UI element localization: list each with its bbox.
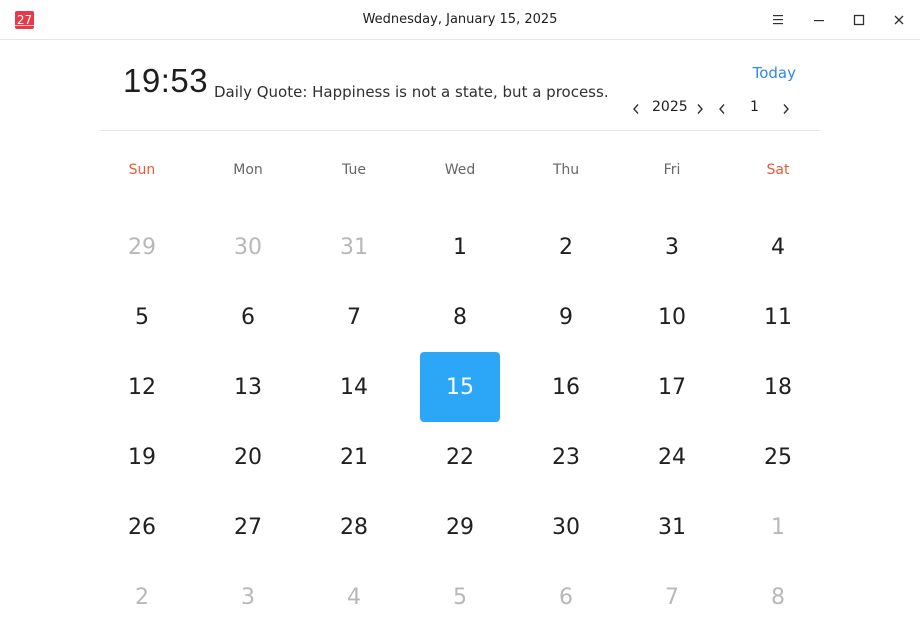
current-time: 19:53 <box>123 62 209 99</box>
minimize-icon <box>814 20 824 22</box>
next-year-button[interactable] <box>693 100 707 118</box>
calendar-day-outside-month[interactable]: 5 <box>420 562 500 630</box>
maximize-button[interactable] <box>839 0 879 40</box>
year-label: 2025 <box>652 99 688 115</box>
calendar-day[interactable]: 20 <box>208 422 288 492</box>
calendar-day[interactable]: 27 <box>208 492 288 562</box>
calendar-day[interactable]: 18 <box>738 352 818 422</box>
weekday-mon: Mon <box>233 162 263 178</box>
menu-button[interactable] <box>759 0 799 40</box>
hamburger-menu-icon <box>773 15 783 25</box>
calendar-day-outside-month[interactable]: 29 <box>102 212 182 282</box>
calendar-day[interactable]: 1 <box>420 212 500 282</box>
header-divider <box>100 130 820 131</box>
chevron-left-icon <box>633 104 639 114</box>
calendar-day-outside-month[interactable]: 8 <box>738 562 818 630</box>
title-bar: 27 Wednesday, January 15, 2025 <box>0 0 920 40</box>
weekday-sat: Sat <box>766 162 790 178</box>
calendar-day[interactable]: 9 <box>526 282 606 352</box>
chevron-left-icon <box>719 104 725 114</box>
calendar-day[interactable]: 23 <box>526 422 606 492</box>
calendar-day-selected[interactable]: 15 <box>420 352 500 422</box>
calendar-day[interactable]: 26 <box>102 492 182 562</box>
calendar-day[interactable]: 3 <box>632 212 712 282</box>
calendar-day[interactable]: 8 <box>420 282 500 352</box>
weekday-sun: Sun <box>128 162 156 178</box>
maximize-icon <box>853 14 865 26</box>
calendar-window: 27 Wednesday, January 15, 2025 19:53 Dai… <box>0 0 920 630</box>
close-button[interactable] <box>879 0 919 40</box>
calendar-day-outside-month[interactable]: 7 <box>632 562 712 630</box>
close-icon <box>894 15 904 25</box>
calendar-day[interactable]: 29 <box>420 492 500 562</box>
today-button[interactable]: Today <box>753 64 796 82</box>
next-month-button[interactable] <box>779 100 793 118</box>
calendar-day[interactable]: 31 <box>632 492 712 562</box>
calendar-day-outside-month[interactable]: 2 <box>102 562 182 630</box>
calendar-day[interactable]: 16 <box>526 352 606 422</box>
minimize-button[interactable] <box>799 0 839 40</box>
calendar-day[interactable]: 7 <box>314 282 394 352</box>
chevron-right-icon <box>783 104 789 114</box>
weekday-fri: Fri <box>663 162 681 178</box>
calendar-day[interactable]: 13 <box>208 352 288 422</box>
calendar-day[interactable]: 12 <box>102 352 182 422</box>
calendar-day[interactable]: 24 <box>632 422 712 492</box>
calendar-day[interactable]: 2 <box>526 212 606 282</box>
calendar-day-outside-month[interactable]: 30 <box>208 212 288 282</box>
calendar-day[interactable]: 5 <box>102 282 182 352</box>
month-label: 1 <box>750 99 759 115</box>
calendar-day[interactable]: 21 <box>314 422 394 492</box>
prev-month-button[interactable] <box>715 100 729 118</box>
calendar-day-outside-month[interactable]: 6 <box>526 562 606 630</box>
calendar-day-outside-month[interactable]: 31 <box>314 212 394 282</box>
calendar-day[interactable]: 19 <box>102 422 182 492</box>
calendar-day[interactable]: 25 <box>738 422 818 492</box>
daily-quote: Daily Quote: Happiness is not a state, b… <box>214 83 609 101</box>
calendar-day[interactable]: 30 <box>526 492 606 562</box>
weekday-thu: Thu <box>552 162 580 178</box>
calendar-day-outside-month[interactable]: 3 <box>208 562 288 630</box>
calendar-day[interactable]: 22 <box>420 422 500 492</box>
weekday-wed: Wed <box>444 162 476 178</box>
prev-year-button[interactable] <box>629 100 643 118</box>
weekday-tue: Tue <box>342 162 366 178</box>
calendar-day[interactable]: 6 <box>208 282 288 352</box>
calendar-day[interactable]: 10 <box>632 282 712 352</box>
calendar-day[interactable]: 4 <box>738 212 818 282</box>
calendar-day[interactable]: 28 <box>314 492 394 562</box>
calendar-day-outside-month[interactable]: 1 <box>738 492 818 562</box>
calendar-day[interactable]: 17 <box>632 352 712 422</box>
calendar-day[interactable]: 11 <box>738 282 818 352</box>
chevron-right-icon <box>697 104 703 114</box>
calendar-day-outside-month[interactable]: 4 <box>314 562 394 630</box>
calendar-day[interactable]: 14 <box>314 352 394 422</box>
